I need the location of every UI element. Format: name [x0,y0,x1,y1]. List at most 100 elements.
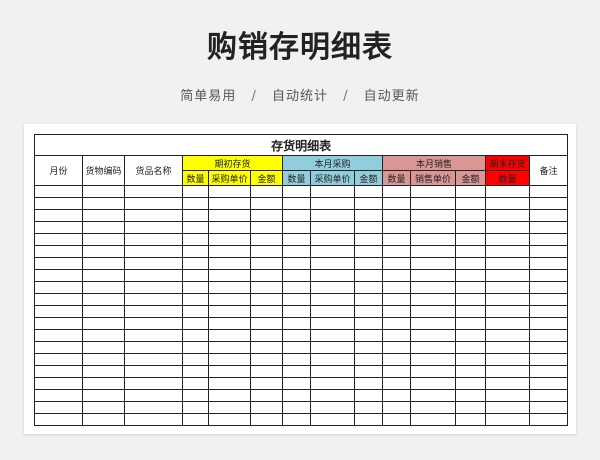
table-cell[interactable] [382,221,411,234]
table-cell[interactable] [34,293,83,306]
table-cell[interactable] [250,233,283,246]
table-cell[interactable] [208,353,251,366]
table-cell[interactable] [182,401,209,414]
table-cell[interactable] [34,245,83,258]
table-cell[interactable] [182,221,209,234]
table-cell[interactable] [455,293,486,306]
table-cell[interactable] [455,197,486,210]
table-cell[interactable] [410,401,456,414]
table-cell[interactable] [34,209,83,222]
table-cell[interactable] [208,233,251,246]
table-cell[interactable] [250,329,283,342]
table-cell[interactable] [354,365,383,378]
table-cell[interactable] [354,401,383,414]
table-cell[interactable] [82,245,125,258]
table-cell[interactable] [34,281,83,294]
table-cell[interactable] [282,269,311,282]
table-cell[interactable] [82,209,125,222]
table-cell[interactable] [124,293,183,306]
table-cell[interactable] [410,353,456,366]
table-cell[interactable] [528,221,569,234]
table-cell[interactable] [382,413,411,426]
table-cell[interactable] [354,281,383,294]
table-cell[interactable] [82,305,125,318]
table-cell[interactable] [528,329,569,342]
table-cell[interactable] [282,377,311,390]
table-cell[interactable] [34,341,83,354]
table-cell[interactable] [354,341,383,354]
table-cell[interactable] [485,329,530,342]
table-cell[interactable] [455,413,486,426]
table-cell[interactable] [182,233,209,246]
table-cell[interactable] [124,377,183,390]
table-cell[interactable] [34,389,83,402]
table-cell[interactable] [310,341,355,354]
table-cell[interactable] [485,221,530,234]
table-cell[interactable] [528,341,569,354]
table-cell[interactable] [528,245,569,258]
table-cell[interactable] [354,413,383,426]
table-cell[interactable] [282,197,311,210]
table-cell[interactable] [250,341,283,354]
table-cell[interactable] [382,353,411,366]
table-cell[interactable] [485,353,530,366]
table-cell[interactable] [382,365,411,378]
table-cell[interactable] [282,317,311,330]
table-cell[interactable] [208,209,251,222]
table-cell[interactable] [282,413,311,426]
table-cell[interactable] [124,245,183,258]
table-cell[interactable] [528,293,569,306]
table-cell[interactable] [250,185,283,198]
table-cell[interactable] [250,197,283,210]
table-cell[interactable] [485,185,530,198]
table-cell[interactable] [124,305,183,318]
table-cell[interactable] [485,197,530,210]
table-cell[interactable] [382,281,411,294]
table-cell[interactable] [34,329,83,342]
table-cell[interactable] [382,233,411,246]
table-cell[interactable] [410,281,456,294]
table-cell[interactable] [455,245,486,258]
table-cell[interactable] [124,413,183,426]
table-cell[interactable] [124,269,183,282]
table-cell[interactable] [455,317,486,330]
table-cell[interactable] [34,257,83,270]
table-cell[interactable] [182,353,209,366]
table-cell[interactable] [382,317,411,330]
table-cell[interactable] [182,293,209,306]
table-cell[interactable] [208,269,251,282]
table-cell[interactable] [354,317,383,330]
table-cell[interactable] [182,209,209,222]
table-cell[interactable] [528,365,569,378]
table-cell[interactable] [310,221,355,234]
table-cell[interactable] [282,281,311,294]
table-cell[interactable] [455,353,486,366]
table-cell[interactable] [310,281,355,294]
table-cell[interactable] [485,245,530,258]
table-cell[interactable] [124,185,183,198]
table-cell[interactable] [528,413,569,426]
table-cell[interactable] [82,401,125,414]
table-cell[interactable] [250,377,283,390]
table-cell[interactable] [310,365,355,378]
table-cell[interactable] [310,245,355,258]
table-cell[interactable] [410,197,456,210]
table-cell[interactable] [410,293,456,306]
table-cell[interactable] [410,413,456,426]
table-cell[interactable] [208,377,251,390]
table-cell[interactable] [455,221,486,234]
table-cell[interactable] [182,245,209,258]
table-cell[interactable] [455,257,486,270]
table-cell[interactable] [382,305,411,318]
table-cell[interactable] [208,221,251,234]
table-cell[interactable] [485,317,530,330]
table-cell[interactable] [455,329,486,342]
table-cell[interactable] [528,257,569,270]
table-cell[interactable] [382,197,411,210]
table-cell[interactable] [455,341,486,354]
table-cell[interactable] [410,389,456,402]
table-cell[interactable] [382,329,411,342]
table-cell[interactable] [282,365,311,378]
table-cell[interactable] [208,389,251,402]
table-cell[interactable] [310,197,355,210]
